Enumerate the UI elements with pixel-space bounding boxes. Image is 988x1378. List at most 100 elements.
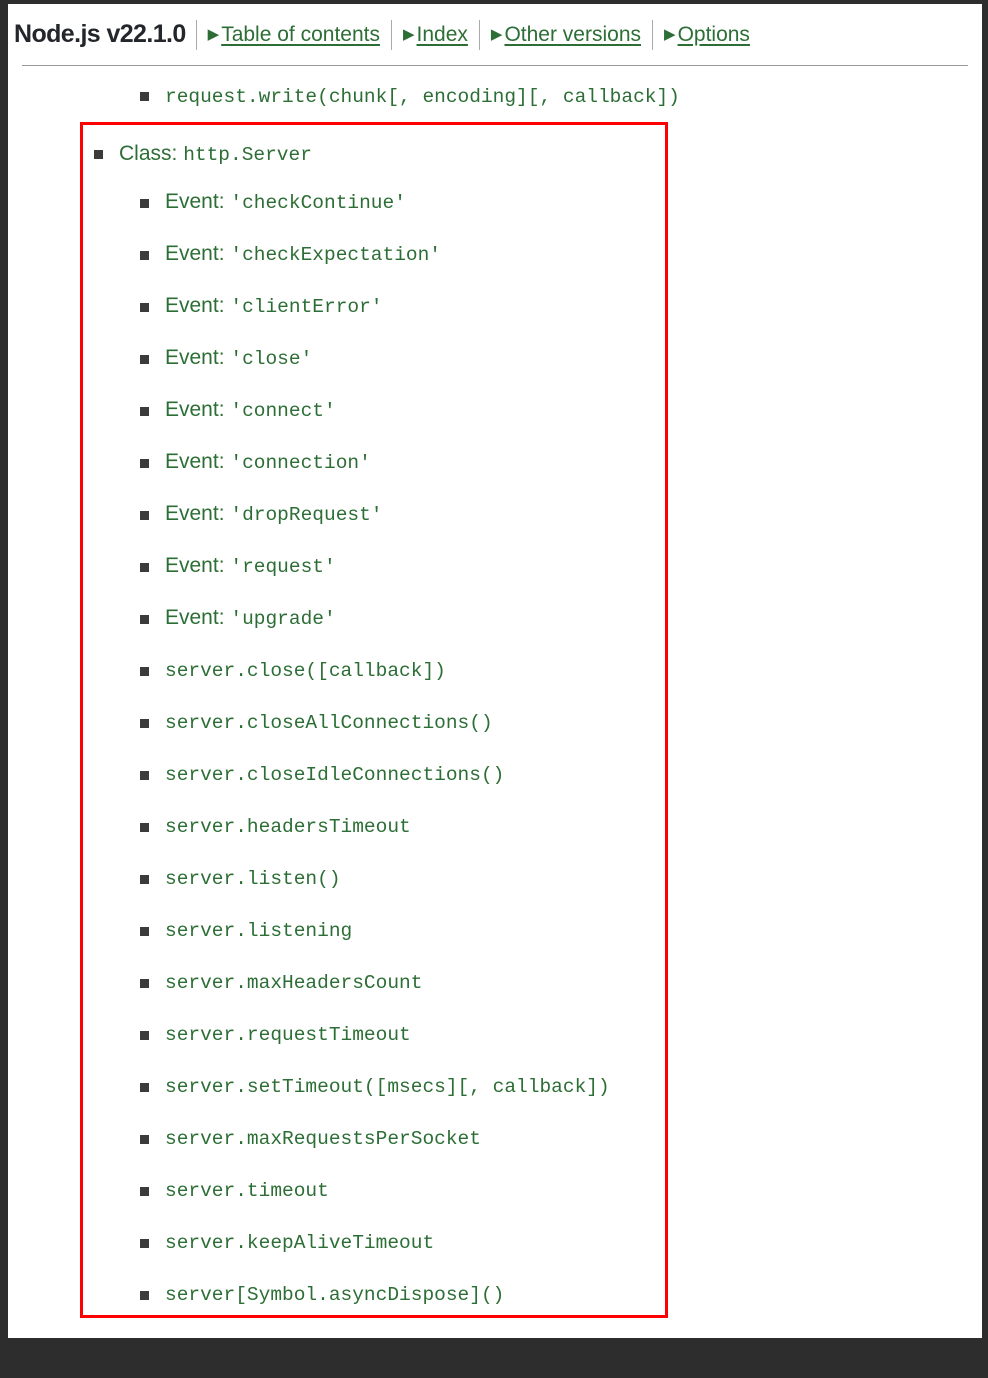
toc-item-label: Event: 'connection' — [140, 451, 982, 474]
toc-item-label: server.maxHeadersCount — [140, 971, 982, 994]
toc-item-prefix: Event: — [165, 606, 231, 629]
toc-item-code: http.Server — [183, 144, 312, 166]
toc-item-code: server[Symbol.asyncDispose]() — [165, 1284, 505, 1306]
toc-item[interactable]: Event: 'connect' — [140, 399, 982, 451]
toc-item[interactable]: server.headersTimeout — [140, 815, 982, 867]
toc-item[interactable]: server.setTimeout([msecs][, callback]) — [140, 1075, 982, 1127]
nav-link-label: Index — [416, 22, 468, 46]
toc-item[interactable]: Event: 'dropRequest' — [140, 503, 982, 555]
toc-item-label: server.listen() — [140, 867, 982, 890]
toc-item-code: server.requestTimeout — [165, 1024, 411, 1046]
toc-item-label: server.timeout — [140, 1179, 982, 1202]
toc-item[interactable]: server.maxHeadersCount — [140, 971, 982, 1023]
nav-link-index[interactable]: ▶ Index — [392, 23, 479, 47]
bullet-square-icon — [140, 92, 149, 101]
toc-item[interactable]: Event: 'checkExpectation' — [140, 243, 982, 295]
toc-item[interactable]: server.maxRequestsPerSocket — [140, 1127, 982, 1179]
toc-item-code: server.closeIdleConnections() — [165, 764, 505, 786]
toc-item-label: server.maxRequestsPerSocket — [140, 1127, 982, 1150]
toc-item-code: 'upgrade' — [230, 608, 336, 630]
bullet-square-icon — [140, 927, 149, 936]
bullet-square-icon — [94, 150, 103, 159]
bullet-square-icon — [140, 511, 149, 520]
toc-item-prefix: Event: — [165, 502, 231, 525]
toc-item-label: server.headersTimeout — [140, 815, 982, 838]
bullet-square-icon — [140, 979, 149, 988]
toc-item[interactable]: server.listen() — [140, 867, 982, 919]
toc-item[interactable]: server.keepAliveTimeout — [140, 1231, 982, 1283]
bullet-square-icon — [140, 1135, 149, 1144]
triangle-right-icon: ▶ — [664, 25, 676, 43]
bullet-square-icon — [140, 199, 149, 208]
toc-item-label: Event: 'dropRequest' — [140, 503, 982, 526]
toc-item-label: Event: 'connect' — [140, 399, 982, 422]
toc-item-code: server.headersTimeout — [165, 816, 411, 838]
toc-item-prefix: Event: — [165, 346, 231, 369]
toc-item-code: 'clientError' — [230, 296, 383, 318]
toc-item-code: server.maxRequestsPerSocket — [165, 1128, 481, 1150]
toc-item-prefix: Event: — [165, 190, 231, 213]
toc-item[interactable]: server.closeAllConnections() — [140, 711, 982, 763]
toc-item-code: 'request' — [230, 556, 336, 578]
toc-item[interactable]: Event: 'request' — [140, 555, 982, 607]
bullet-square-icon — [140, 667, 149, 676]
toc-item[interactable]: server.close([callback]) — [140, 659, 982, 711]
nav-link-label: Options — [677, 22, 750, 46]
toc-item-code: 'connection' — [230, 452, 371, 474]
toc-item-label: Class: http.Server — [94, 142, 312, 166]
toc-item[interactable]: server.requestTimeout — [140, 1023, 982, 1075]
toc-item-code: server.listen() — [165, 868, 341, 890]
bullet-square-icon — [140, 303, 149, 312]
toc-item-label: server.requestTimeout — [140, 1023, 982, 1046]
nav-link-label: Other versions — [504, 22, 642, 46]
toc-item-label: server.closeIdleConnections() — [140, 763, 982, 786]
toc-item-label: server.keepAliveTimeout — [140, 1231, 982, 1254]
bullet-square-icon — [140, 251, 149, 260]
toc-item-class-http-server[interactable]: Class: http.Server — [94, 142, 312, 166]
triangle-right-icon: ▶ — [490, 25, 503, 43]
bullet-square-icon — [140, 1291, 149, 1300]
toc-item-prefix: Event: — [165, 398, 231, 421]
bullet-square-icon — [140, 407, 149, 416]
toc-item-prefix: Class: — [119, 142, 184, 165]
nav-link-table-of-contents[interactable]: ▶ Table of contents — [197, 23, 391, 47]
toc-item[interactable]: Event: 'clientError' — [140, 295, 982, 347]
toc-item-code: server.close([callback]) — [165, 660, 446, 682]
toc-item[interactable]: Event: 'connection' — [140, 451, 982, 503]
toc-item-label: Event: 'request' — [140, 555, 982, 578]
toc-item[interactable]: server.listening — [140, 919, 982, 971]
header-divider-rule — [22, 65, 968, 66]
bullet-square-icon — [140, 615, 149, 624]
toc-item[interactable]: server[Symbol.asyncDispose]() — [140, 1283, 982, 1335]
toc-item-prefix: Event: — [165, 242, 231, 265]
brand-title: Node.js v22.1.0 — [14, 20, 186, 48]
toc-item[interactable]: Event: 'close' — [140, 347, 982, 399]
doc-header: Node.js v22.1.0 ▶ Table of contents ▶ In… — [8, 4, 982, 65]
toc-item-label: Event: 'clientError' — [140, 295, 982, 318]
page-frame: Node.js v22.1.0 ▶ Table of contents ▶ In… — [8, 4, 982, 1338]
toc-item-label: Event: 'close' — [140, 347, 982, 370]
toc-item-code: 'checkContinue' — [230, 192, 406, 214]
toc-item[interactable]: server.closeIdleConnections() — [140, 763, 982, 815]
toc-item-prefix: Event: — [165, 294, 231, 317]
toc-item-label: Event: 'upgrade' — [140, 607, 982, 630]
bullet-square-icon — [140, 355, 149, 364]
toc-item-code: request.write(chunk[, encoding][, callba… — [165, 86, 680, 108]
toc-item-label: Event: 'checkContinue' — [140, 191, 982, 214]
bullet-square-icon — [140, 823, 149, 832]
bullet-square-icon — [140, 1031, 149, 1040]
toc-item[interactable]: server.timeout — [140, 1179, 982, 1231]
toc-item[interactable]: Event: 'upgrade' — [140, 607, 982, 659]
toc-item-code: server.maxHeadersCount — [165, 972, 423, 994]
bullet-square-icon — [140, 719, 149, 728]
nav-link-other-versions[interactable]: ▶ Other versions — [480, 23, 652, 47]
triangle-right-icon: ▶ — [207, 25, 220, 43]
nav-link-options[interactable]: ▶ Options — [653, 23, 761, 47]
toc-item-request-write[interactable]: request.write(chunk[, encoding][, callba… — [140, 84, 680, 120]
bullet-square-icon — [140, 563, 149, 572]
nav-link-label: Table of contents — [221, 22, 380, 46]
toc-item[interactable]: Event: 'checkContinue' — [140, 191, 982, 243]
toc-item-label: request.write(chunk[, encoding][, callba… — [140, 84, 680, 108]
toc-item-code: server.keepAliveTimeout — [165, 1232, 435, 1254]
toc-content: request.write(chunk[, encoding][, callba… — [8, 70, 982, 1338]
